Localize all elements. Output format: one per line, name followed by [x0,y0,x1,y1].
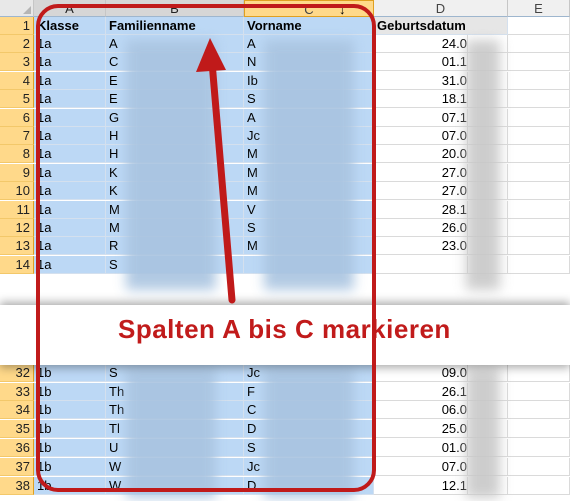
spreadsheet: A B C ↓ D E 1 Klasse Familienname Vornam… [0,0,570,501]
annotation-arrow-icon [196,38,236,304]
